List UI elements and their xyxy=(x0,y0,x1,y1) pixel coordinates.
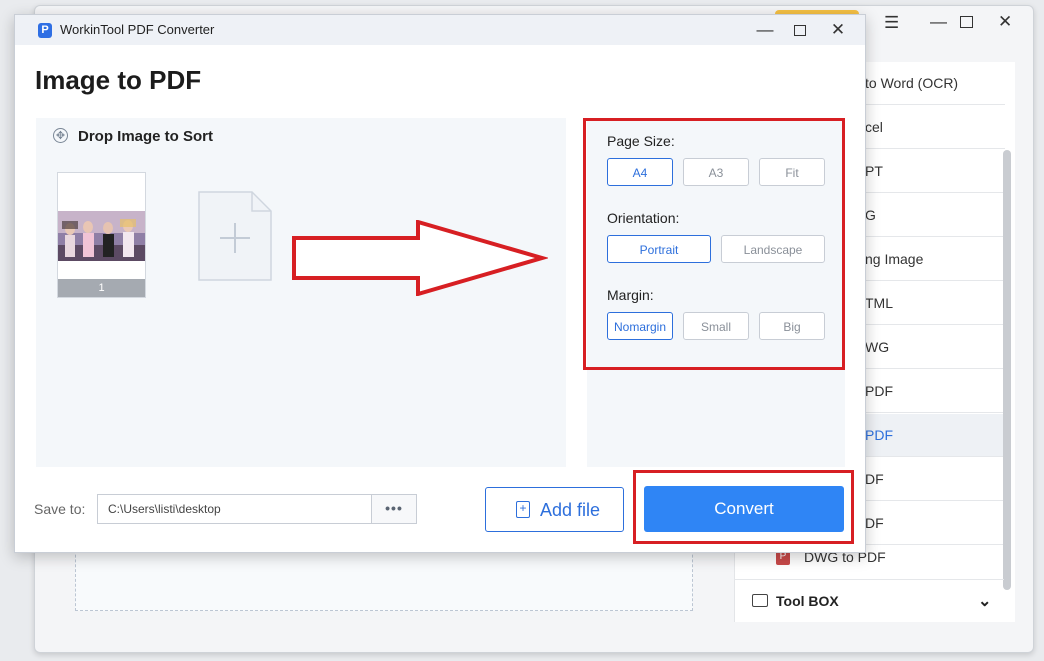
move-icon: ✥ xyxy=(53,128,68,143)
image-thumbnail[interactable]: 1 xyxy=(57,172,146,298)
page-size-label: Page Size: xyxy=(607,133,675,149)
add-file-button[interactable]: + Add file xyxy=(485,487,624,532)
toolbox-icon xyxy=(752,594,768,607)
background-menu-icon[interactable]: ☰ xyxy=(884,13,899,33)
add-file-icon: + xyxy=(516,501,530,518)
background-close-icon[interactable]: ✕ xyxy=(998,12,1012,32)
margin-label: Margin: xyxy=(607,287,654,303)
orientation-landscape-button[interactable]: Landscape xyxy=(721,235,825,263)
page-title: Image to PDF xyxy=(35,65,202,95)
orientation-label: Orientation: xyxy=(607,210,680,226)
close-icon[interactable]: ✕ xyxy=(825,20,851,40)
dialog-titlebar: P WorkinTool PDF Converter — ✕ xyxy=(15,15,865,45)
save-to-label: Save to: xyxy=(34,501,86,517)
orientation-portrait-button[interactable]: Portrait xyxy=(607,235,711,263)
margin-small-button[interactable]: Small xyxy=(683,312,749,340)
background-toolbox-section[interactable]: Tool BOX ⌄ xyxy=(734,580,1004,623)
page-size-fit-button[interactable]: Fit xyxy=(759,158,825,186)
background-maximize-icon[interactable] xyxy=(960,16,973,28)
page-size-a4-button[interactable]: A4 xyxy=(607,158,673,186)
page-size-a3-button[interactable]: A3 xyxy=(683,158,749,186)
image-to-pdf-dialog: P WorkinTool PDF Converter — ✕ Image to … xyxy=(14,14,866,553)
minimize-icon[interactable]: — xyxy=(752,20,778,40)
background-scrollbar[interactable] xyxy=(1003,150,1011,590)
thumbnail-photo xyxy=(58,211,145,261)
thumbnail-page-number: 1 xyxy=(58,279,145,297)
annotation-arrow-right xyxy=(292,220,548,296)
margin-big-button[interactable]: Big xyxy=(759,312,825,340)
maximize-icon[interactable] xyxy=(787,20,813,40)
app-title: WorkinTool PDF Converter xyxy=(60,22,215,37)
browse-folder-button[interactable]: ••• xyxy=(371,494,417,524)
background-minimize-icon[interactable]: — xyxy=(930,12,947,32)
add-image-tile[interactable] xyxy=(198,191,272,281)
app-logo-icon: P xyxy=(38,23,52,38)
save-path-input[interactable] xyxy=(97,494,371,524)
drop-image-label: Drop Image to Sort xyxy=(78,128,214,145)
chevron-down-icon[interactable]: ⌄ xyxy=(978,580,991,623)
options-highlight-frame: Page Size: A4 A3 Fit Orientation: Portra… xyxy=(583,118,845,370)
margin-nomargin-button[interactable]: Nomargin xyxy=(607,312,673,340)
convert-button[interactable]: Convert xyxy=(644,486,844,532)
